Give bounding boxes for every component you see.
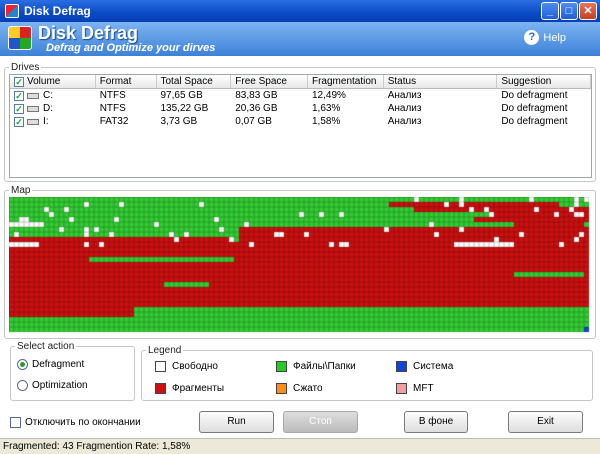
window-title: Disk Defrag — [24, 4, 91, 18]
drive-format: FAT32 — [99, 116, 129, 127]
drive-checkbox[interactable]: ✓ — [14, 116, 24, 127]
legend-swatch — [155, 383, 166, 394]
drive-free-space: 0,07 GB — [235, 116, 272, 127]
drive-suggestion: Do defragment — [501, 103, 568, 114]
col-status[interactable]: Status — [384, 75, 498, 88]
disk-cluster-map — [9, 197, 593, 334]
drive-status: Анализ — [387, 103, 422, 114]
drives-table: ✓ Volume Format Total Space Free Space F… — [9, 74, 592, 178]
app-subtitle: Defrag and Optimize your dirves — [46, 42, 216, 54]
drive-icon — [27, 118, 39, 125]
legend-item-system: Система — [396, 361, 453, 372]
legend-item-free: Свободно — [155, 361, 218, 372]
legend-group-label: Legend — [148, 345, 182, 356]
action-group-label: Select action — [17, 341, 75, 352]
drive-total-space: 97,65 GB — [160, 90, 203, 101]
help-label: Help — [543, 31, 566, 44]
legend-item-compressed: Сжато — [276, 383, 323, 394]
app-logo-icon — [8, 26, 32, 50]
help-link[interactable]: ? Help — [524, 30, 566, 45]
optimization-radio[interactable]: Optimization — [17, 380, 88, 391]
app-name: Disk Defrag — [38, 23, 139, 43]
checkbox-box — [10, 417, 21, 428]
legend-swatch — [155, 361, 166, 372]
drive-row[interactable]: ✓ I: FAT32 3,73 GB 0,07 GB 1,58% Анализ Do defr… — [10, 115, 591, 128]
drive-suggestion: Do defragment — [501, 90, 568, 101]
legend-swatch — [396, 383, 407, 394]
legend-swatch — [276, 383, 287, 394]
drives-table-header: ✓ Volume Format Total Space Free Space F… — [10, 75, 591, 89]
close-button[interactable]: ✕ — [579, 2, 597, 20]
drive-suggestion: Do defragment — [501, 116, 568, 127]
title-bar: Disk Defrag _ □ ✕ — [0, 0, 600, 22]
app-header: Disk Defrag Defrag and Optimize your dir… — [0, 22, 600, 56]
drive-checkbox[interactable]: ✓ — [14, 90, 24, 101]
col-volume[interactable]: ✓ Volume — [10, 75, 96, 88]
drive-free-space: 20,36 GB — [235, 103, 278, 114]
col-free-space[interactable]: Free Space — [231, 75, 308, 88]
exit-button[interactable]: Exit — [508, 411, 583, 433]
status-bar: Fragmented: 43 Fragmention Rate: 1,58% — [0, 438, 600, 454]
drive-icon — [27, 92, 39, 99]
stop-button[interactable]: Стоп — [283, 411, 358, 433]
col-total-space[interactable]: Total Space — [157, 75, 232, 88]
defragment-radio[interactable]: Defragment — [17, 359, 84, 370]
maximize-button[interactable]: □ — [560, 2, 578, 20]
drive-volume: ✓ I: — [14, 116, 49, 127]
action-group: Select action — [10, 341, 135, 401]
drive-status: Анализ — [387, 90, 422, 101]
legend-item-files-folders: Файлы\Папки — [276, 361, 356, 372]
shutdown-label: Отключить по окончании — [25, 417, 141, 428]
drives-group-label: Drives — [11, 62, 40, 73]
minimize-button[interactable]: _ — [541, 2, 559, 20]
drive-checkbox[interactable]: ✓ — [14, 103, 24, 114]
select-all-checkbox[interactable]: ✓ — [14, 76, 24, 87]
drive-row[interactable]: ✓ C: NTFS 97,65 GB 83,83 GB 12,49% Анализ Do de… — [10, 89, 591, 102]
legend-swatch — [276, 361, 287, 372]
drive-icon — [27, 105, 39, 112]
app-icon — [5, 4, 19, 18]
background-button[interactable]: В фоне — [404, 411, 468, 433]
drive-free-space: 83,83 GB — [235, 90, 278, 101]
legend-swatch — [396, 361, 407, 372]
legend-item-mft: MFT — [396, 383, 434, 394]
drive-status: Анализ — [387, 116, 422, 127]
drive-fragmentation: 1,63% — [311, 103, 341, 114]
drive-fragmentation: 1,58% — [311, 116, 341, 127]
run-button[interactable]: Run — [199, 411, 274, 433]
drive-fragmentation: 12,49% — [311, 90, 346, 101]
drive-volume: ✓ D: — [14, 103, 53, 114]
col-format[interactable]: Format — [96, 75, 157, 88]
drive-format: NTFS — [99, 103, 126, 114]
drive-volume: ✓ C: — [14, 90, 53, 101]
shutdown-checkbox[interactable]: Отключить по окончании — [10, 417, 141, 428]
radio-dot — [17, 380, 28, 391]
col-suggestion[interactable]: Suggestion — [497, 75, 591, 88]
drive-format: NTFS — [99, 90, 126, 101]
legend-item-fragments: Фрагменты — [155, 383, 224, 394]
help-icon: ? — [524, 30, 540, 45]
col-fragmentation[interactable]: Fragmentation — [308, 75, 384, 88]
radio-dot-selected — [17, 359, 28, 370]
drive-total-space: 135,22 GB — [160, 103, 209, 114]
drive-row[interactable]: ✓ D: NTFS 135,22 GB 20,36 GB 1,63% Анализ Do de… — [10, 102, 591, 115]
map-group-label: Map — [11, 185, 31, 196]
drive-total-space: 3,73 GB — [160, 116, 198, 127]
